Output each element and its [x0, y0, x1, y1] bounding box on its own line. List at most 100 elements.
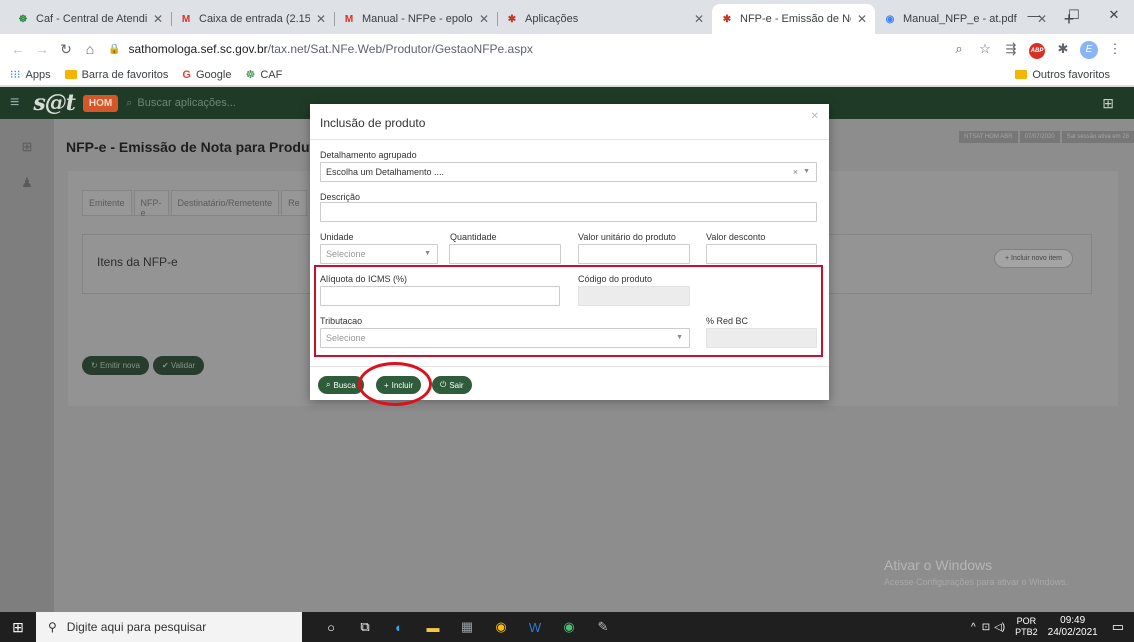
incluir-novo-item-button[interactable]: + Incluir novo item [993, 249, 1073, 268]
bookmark-apps[interactable]: ⁝⁝⁝ Apps [10, 68, 51, 82]
sidebar-grid-icon[interactable]: ⊞ [0, 139, 54, 155]
tray-chevron-icon[interactable]: ^ [971, 622, 976, 633]
busca-button[interactable]: ⌕ Busca [318, 376, 364, 394]
windows-start-icon[interactable]: ⊞ [0, 619, 36, 636]
zoom-icon[interactable]: ⌕ [946, 41, 972, 57]
sidebar-user-icon[interactable]: ♟ [0, 175, 54, 191]
power-icon: ⏻ [440, 380, 447, 389]
itens-label: Itens da NFP-e [97, 255, 178, 269]
caf-favicon-icon: ☸ [18, 13, 28, 25]
clear-icon[interactable]: × [793, 167, 798, 177]
detalhamento-label: Detalhamento agrupado [320, 150, 417, 160]
sair-label: Sair [449, 380, 464, 390]
extension-icon[interactable]: ⇶ [998, 41, 1024, 57]
detalhamento-select[interactable]: Escolha um Detalhamento .... × ▼ [320, 162, 817, 182]
chrome-taskbar-icon[interactable]: ◉ [484, 619, 518, 635]
bookmark-google[interactable]: G Google [182, 69, 231, 81]
tab-title: Manual - NFPe - epolonini@ [362, 13, 473, 25]
language-indicator[interactable]: POR PTB2 [1015, 616, 1038, 638]
quantidade-input[interactable] [449, 244, 561, 264]
tab-re[interactable]: Re [281, 190, 307, 215]
calculator-icon[interactable]: ▦ [450, 619, 484, 635]
tab-emitente[interactable]: Emitente [82, 190, 132, 215]
sair-button[interactable]: ⏻ Sair [432, 376, 472, 394]
close-icon[interactable]: ✕ [811, 111, 819, 122]
bookmark-caf[interactable]: ☸ CAF [245, 68, 282, 82]
sat-favicon-icon: ✱ [507, 13, 517, 25]
tab-close-icon[interactable]: ✕ [857, 12, 867, 26]
unidade-label: Unidade [320, 232, 354, 242]
inclusao-produto-modal: Inclusão de produto ✕ Detalhamento agrup… [310, 104, 829, 400]
valor-desconto-input[interactable] [706, 244, 817, 264]
close-window-icon[interactable]: ✕ [1094, 0, 1134, 30]
paint-icon[interactable]: ✎ [586, 619, 620, 635]
browser-tabstrip: ☸ Caf - Central de Atendimento ✕ M Caixa… [0, 0, 1134, 34]
bookmark-favoritos[interactable]: Barra de favoritos [64, 69, 168, 81]
bookmark-outros[interactable]: Outros favoritos [1015, 69, 1110, 81]
browser-tab-caf[interactable]: ☸ Caf - Central de Atendimento ✕ [8, 4, 171, 34]
session-tag: NTSAT HOM ABR [959, 131, 1018, 143]
highlight-circle [358, 362, 432, 406]
profile-avatar[interactable]: E [1076, 40, 1102, 59]
home-icon[interactable]: ⌂ [78, 41, 102, 57]
reload-icon[interactable]: ↻ [54, 41, 78, 58]
tab-destinatario[interactable]: Destinatário/Remetente [170, 190, 280, 215]
clock-time: 09:49 [1060, 615, 1086, 626]
unidade-select[interactable]: Selecione ▼ [320, 244, 438, 264]
aliquota-input[interactable] [320, 286, 560, 306]
valor-unitario-input[interactable] [578, 244, 690, 264]
taskbar-search[interactable]: ⚲ Digite aqui para pesquisar [36, 612, 302, 642]
chrome-icon: ◉ [885, 13, 895, 25]
minimize-icon[interactable]: — [1014, 0, 1054, 30]
notification-icon[interactable]: ▭ [1112, 619, 1124, 635]
browser-tab-aplicacoes[interactable]: ✱ Aplicações ✕ [497, 4, 712, 34]
word-icon[interactable]: W [518, 620, 552, 635]
volume-icon[interactable]: ◁) [994, 622, 1005, 633]
tab-close-icon[interactable]: ✕ [153, 12, 163, 26]
modal-title: Inclusão de produto [320, 116, 426, 130]
gmail-icon: M [344, 13, 354, 25]
aliquota-label: Alíquota do ICMS (%) [320, 274, 408, 284]
busca-label: Busca [333, 380, 356, 390]
browser-tab-gmail-inbox[interactable]: M Caixa de entrada (2.150) - ep ✕ [171, 4, 334, 34]
edge-icon[interactable]: ◐ [382, 620, 416, 635]
network-icon[interactable]: ⊡ [982, 622, 990, 633]
cortana-icon[interactable]: ○ [314, 620, 348, 635]
app-search[interactable]: ⌕ Buscar aplicações... [126, 97, 236, 110]
codigo-input [578, 286, 690, 306]
emitir-nova-button[interactable]: ↻ Emitir nova [82, 356, 149, 375]
forward-icon[interactable]: → [30, 41, 54, 57]
tab-close-icon[interactable]: ✕ [316, 12, 326, 26]
browser-tab-nfpe[interactable]: ✱ NFP-e - Emissão de Nota pa ✕ [712, 4, 875, 34]
adblock-extension-icon[interactable]: ABP [1024, 40, 1050, 59]
extensions-puzzle-icon[interactable]: ✱ [1050, 41, 1076, 57]
session-tags: NTSAT HOM ABR 07/07/2020 Sat sessão ativ… [957, 131, 1134, 143]
app-grid-icon[interactable]: ⊞ [1102, 95, 1114, 112]
tab-close-icon[interactable]: ✕ [694, 12, 704, 26]
tab-title: Aplicações [525, 13, 579, 25]
bookmark-star-icon[interactable]: ☆ [972, 41, 998, 57]
unidade-placeholder: Selecione [326, 249, 366, 259]
validar-button[interactable]: ✔ Validar [152, 356, 205, 375]
file-explorer-icon[interactable]: ▬ [416, 620, 450, 635]
task-view-icon[interactable]: ⧉ [348, 619, 382, 635]
browser-tab-gmail-manual[interactable]: M Manual - NFPe - epolonini@ ✕ [334, 4, 497, 34]
chrome-profile-icon[interactable]: ◉ [552, 619, 586, 635]
browser-menu-icon[interactable]: ⋮ [1102, 41, 1128, 57]
hamburger-menu-icon[interactable]: ≡ [10, 94, 19, 112]
valor-unitario-label: Valor unitário do produto [578, 232, 676, 242]
tab-close-icon[interactable]: ✕ [479, 12, 489, 26]
tab-nfpe[interactable]: NFP-e [133, 190, 169, 218]
descricao-input[interactable] [320, 202, 817, 222]
bookmark-label: Google [195, 68, 232, 81]
back-icon[interactable]: ← [6, 41, 30, 57]
clock[interactable]: 09:49 24/02/2021 [1048, 615, 1098, 639]
tributacao-select[interactable]: Selecione ▼ [320, 328, 690, 348]
maximize-icon[interactable]: ☐ [1054, 0, 1094, 30]
clock-date: 24/02/2021 [1047, 627, 1098, 638]
bookmark-label: Outros favoritos [1032, 68, 1110, 81]
windows-taskbar: ⊞ ⚲ Digite aqui para pesquisar ○ ⧉ ◐ ▬ ▦… [0, 612, 1134, 642]
folder-icon [64, 70, 77, 79]
url-field[interactable]: 🔒 sathomologa.sef.sc.gov.br /tax.net/Sat… [108, 37, 946, 61]
tab-title: Caf - Central de Atendimento [36, 13, 147, 25]
